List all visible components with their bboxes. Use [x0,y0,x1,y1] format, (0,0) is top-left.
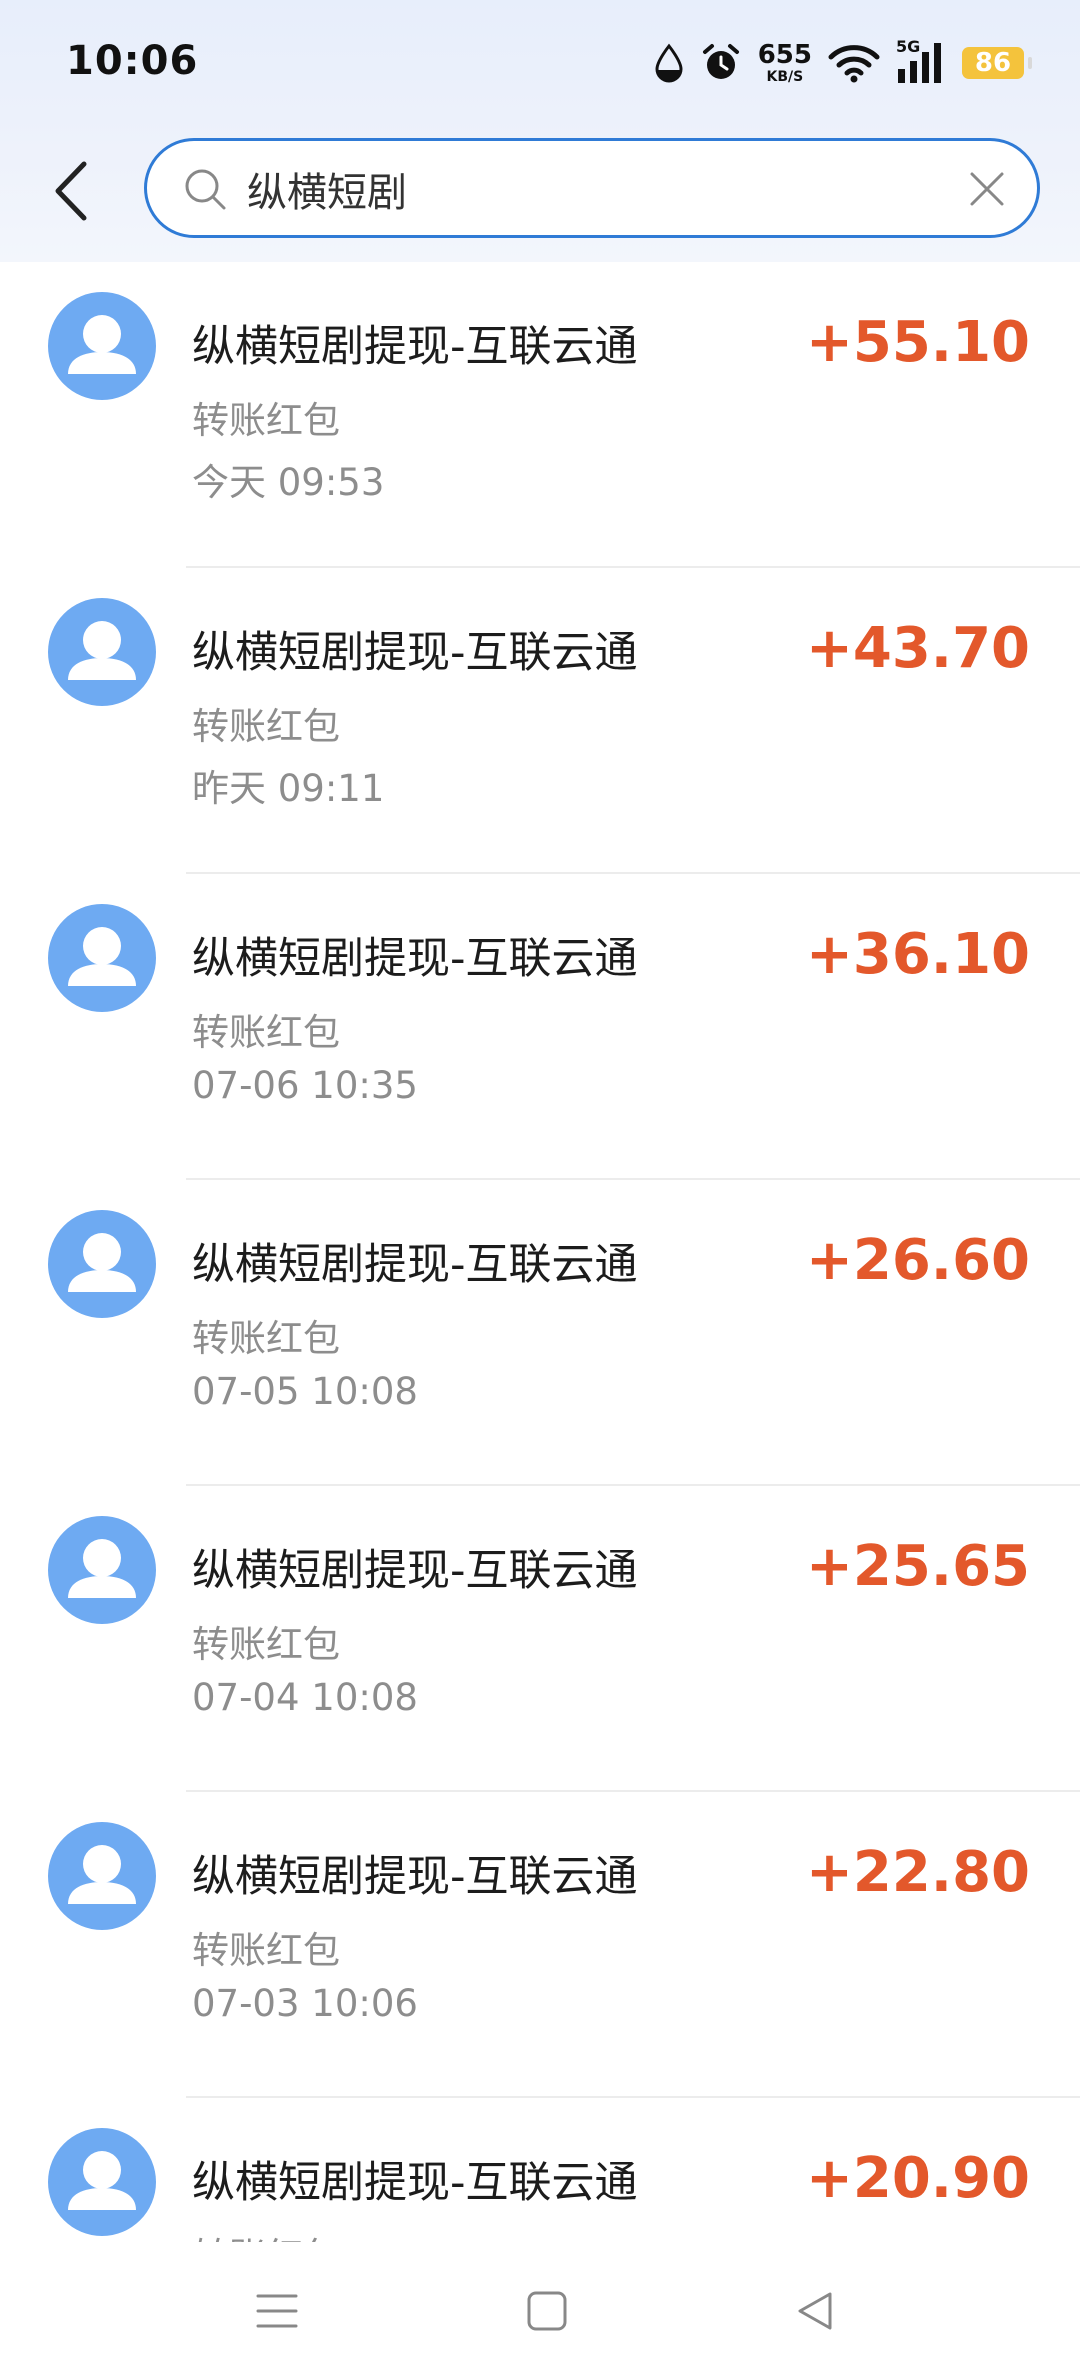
transaction-type: 转账红包 [192,1623,340,1666]
menu-icon[interactable] [252,2286,302,2336]
transaction-time: 07-04 10:08 [192,1676,418,1719]
search-bar[interactable] [144,138,1040,238]
transaction-time: 07-03 10:06 [192,1982,418,2025]
transaction-row[interactable]: 纵横短剧提现-互联云通 转账红包 07-04 10:08 +25.65 [0,1486,1080,1792]
transaction-amount: +43.70 [805,616,1030,681]
avatar [48,598,156,706]
transaction-title: 纵横短剧提现-互联云通 [192,322,638,372]
user-avatar-icon [68,927,136,986]
user-avatar-icon [68,315,136,374]
transaction-type: 转账红包 [192,2226,340,2242]
status-time: 10:06 [66,38,199,84]
transaction-time: 07-06 10:35 [192,1064,418,1107]
transaction-search-screen: 10:06 655 KB/S 5G 86 纵横短剧 纵横短剧提现-互联云通 转账… [0,0,1080,2376]
battery-icon: 86 [962,47,1032,79]
user-avatar-icon [68,1539,136,1598]
transaction-amount: +26.60 [805,1228,1030,1293]
transaction-row[interactable]: 纵横短剧提现-互联云通 转账红包 07-03 10:06 +22.80 [0,1792,1080,2098]
transaction-type: 转账红包 [192,705,340,748]
alarm-icon [702,44,739,79]
user-avatar-icon [68,2151,136,2210]
signal-indicator: 5G [896,37,946,85]
transaction-type: 转账红包 [192,1317,340,1360]
transaction-time: 昨天 09:11 [192,767,385,810]
transaction-row[interactable]: 纵横短剧提现-互联云通 转账红包 07-05 10:08 +26.60 [0,1180,1080,1486]
home-icon[interactable] [522,2286,572,2336]
transaction-title: 纵横短剧提现-互联云通 [192,2158,638,2208]
transaction-title: 纵横短剧提现-互联云通 [192,1546,638,1596]
transaction-title: 纵横短剧提现-互联云通 [192,628,638,678]
network-speed-unit: KB/S [766,69,804,85]
system-nav-bar [0,2242,1080,2376]
transaction-list[interactable]: 纵横短剧提现-互联云通 转账红包 今天 09:53 +55.10 纵横短剧提现-… [0,262,1080,2242]
transaction-amount: +25.65 [805,1534,1030,1599]
transaction-time: 07-05 10:08 [192,1370,418,1413]
search-icon [185,169,226,210]
avatar [48,2128,156,2236]
search-input[interactable] [247,159,887,219]
transaction-title: 纵横短剧提现-互联云通 [192,934,638,984]
network-speed-value: 655 [757,40,812,70]
transaction-type: 转账红包 [192,1011,340,1054]
battery-level: 86 [974,48,1012,78]
transaction-time: 今天 09:53 [192,461,385,504]
transaction-amount: +22.80 [805,1840,1030,1905]
user-avatar-icon [68,1845,136,1904]
transaction-title: 纵横短剧提现-互联云通 [192,1852,638,1902]
clear-icon[interactable] [969,171,1005,207]
avatar [48,904,156,1012]
back-arrow-icon[interactable] [48,160,98,222]
transaction-type: 转账红包 [192,1929,340,1972]
status-icons: 655 KB/S 5G 86 [654,37,1032,88]
transaction-amount: +55.10 [805,310,1030,375]
transaction-title: 纵横短剧提现-互联云通 [192,1240,638,1290]
transaction-row[interactable]: 纵横短剧提现-互联云通 转账红包 今天 09:53 +55.10 [0,262,1080,568]
back-icon[interactable] [790,2286,840,2336]
avatar [48,292,156,400]
transaction-row[interactable]: 纵横短剧提现-互联云通 转账红包 07-06 10:35 +36.10 [0,874,1080,1180]
avatar [48,1822,156,1930]
wifi-icon [828,45,880,83]
transaction-amount: +20.90 [805,2146,1030,2211]
avatar [48,1516,156,1624]
signal-icon [898,43,941,83]
transaction-amount: +36.10 [805,922,1030,987]
avatar [48,1210,156,1318]
transaction-row[interactable]: 纵横短剧提现-互联云通 转账红包 +20.90 [0,2098,1080,2242]
transaction-type: 转账红包 [192,399,340,442]
network-speed: 655 KB/S [758,42,812,84]
status-bar: 10:06 655 KB/S 5G 86 [0,0,1080,120]
user-avatar-icon [68,621,136,680]
user-avatar-icon [68,1233,136,1292]
transaction-row[interactable]: 纵横短剧提现-互联云通 转账红包 昨天 09:11 +43.70 [0,568,1080,874]
water-drop-icon [655,43,683,83]
